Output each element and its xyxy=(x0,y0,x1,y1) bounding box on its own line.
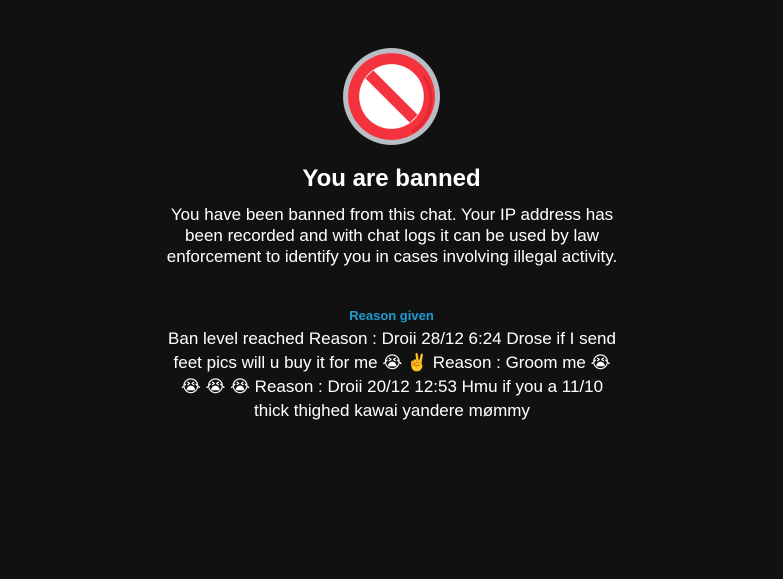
page-title: You are banned xyxy=(302,165,481,192)
reason-label: Reason given xyxy=(349,308,434,323)
prohibited-icon xyxy=(343,48,440,145)
ban-screen: You are banned You have been banned from… xyxy=(0,0,783,579)
reason-text: Ban level reached Reason : Droii 28/12 6… xyxy=(168,329,616,420)
ban-description: You have been banned from this chat. You… xyxy=(166,205,618,266)
